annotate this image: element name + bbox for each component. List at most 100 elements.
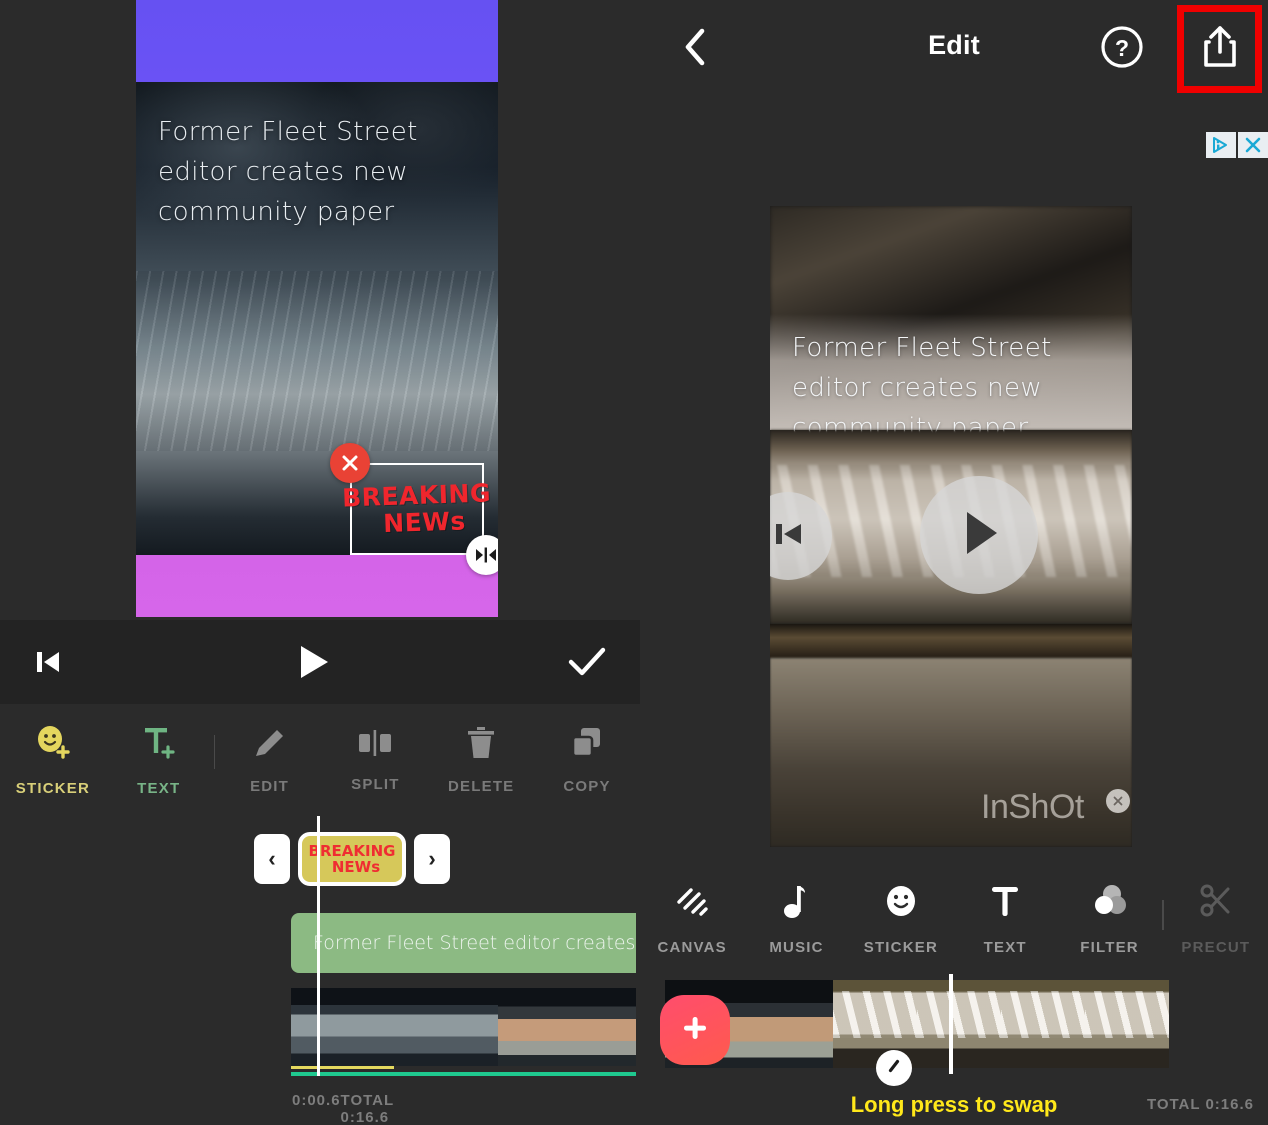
text-add-icon <box>139 723 179 768</box>
ad-controls <box>1206 132 1268 158</box>
audio-track-yellow <box>291 1066 394 1069</box>
delete-sticker-icon[interactable] <box>330 443 370 483</box>
left-panel: Former Fleet Street editor creates new c… <box>0 0 640 1125</box>
tool-text-label-right: TEXT <box>983 939 1027 956</box>
smiley-icon <box>883 882 919 925</box>
split-marker-icon <box>885 1057 903 1080</box>
sticker-clip-line-1: BREAKING <box>308 842 396 860</box>
tool-copy[interactable]: COPY <box>534 725 640 795</box>
thumbnail[interactable] <box>360 988 429 1066</box>
plus-icon <box>679 1012 711 1049</box>
thumbnail[interactable] <box>567 988 636 1066</box>
thumbnail[interactable] <box>291 988 360 1066</box>
thumbnail[interactable] <box>1001 980 1085 1068</box>
left-video-canvas[interactable]: Former Fleet Street editor creates new c… <box>136 0 498 617</box>
left-play-icon[interactable] <box>295 642 333 682</box>
pencil-icon <box>252 725 288 766</box>
canvas-icon <box>673 882 711 925</box>
text-clip-label: Former Fleet Street editor creates ne <box>313 932 636 954</box>
split-icon <box>356 727 394 764</box>
video-caption-overlay[interactable]: Former Fleet Street editor creates new c… <box>158 112 488 232</box>
sticker-graphic: BREAKING NEWs <box>342 463 492 555</box>
adchoices-icon[interactable] <box>1206 132 1236 158</box>
left-tool-row: STICKER TEXT EDIT SPLIT DELETE COPY <box>0 704 640 816</box>
inshot-watermark: InShOt <box>981 788 1084 826</box>
share-icon <box>1199 24 1241 75</box>
thumbnail[interactable] <box>917 980 1001 1068</box>
skip-to-start-icon <box>770 515 809 558</box>
tool-filter-label: FILTER <box>1080 939 1139 956</box>
tool-split[interactable]: SPLIT <box>322 727 428 793</box>
tool-copy-label: COPY <box>563 778 611 795</box>
share-button[interactable] <box>1177 5 1262 93</box>
scissors-icon <box>1197 882 1235 925</box>
help-button[interactable]: ? <box>1098 25 1146 73</box>
right-panel: Edit ? Former Fleet Street editor create… <box>640 0 1268 1125</box>
text-t-icon <box>988 882 1022 925</box>
tool-canvas[interactable]: CANVAS <box>640 882 744 956</box>
right-tool-row: CANVAS MUSIC STICKER TEXT FILTER PRECUT <box>640 874 1268 970</box>
left-preview-area: Former Fleet Street editor creates new c… <box>0 0 640 620</box>
svg-text:?: ? <box>1115 35 1129 61</box>
text-clip[interactable]: Former Fleet Street editor creates ne <box>291 913 636 973</box>
tool-sticker[interactable]: STICKER <box>0 723 106 797</box>
tool-divider <box>213 735 215 769</box>
sticker-line-2: NEWs <box>382 506 467 539</box>
tool-canvas-label: CANVAS <box>657 939 727 956</box>
canvas-top-color-band <box>136 0 498 82</box>
tool-text[interactable]: TEXT <box>106 723 212 797</box>
tool-music-label: MUSIC <box>769 939 824 956</box>
preview-play-button[interactable] <box>920 476 1038 594</box>
tool-precut[interactable]: PRECUT <box>1164 882 1268 956</box>
audio-track-green <box>291 1072 636 1076</box>
sticker-next-button[interactable]: › <box>414 834 450 884</box>
sticker-track: ‹ BREAKING NEWs › <box>254 832 450 886</box>
right-playhead[interactable] <box>949 974 953 1074</box>
tool-edit[interactable]: EDIT <box>217 725 323 795</box>
sticker-add-icon <box>33 723 73 768</box>
sticker-clip-line-2: NEWs <box>331 858 381 876</box>
sticker-prev-button[interactable]: ‹ <box>254 834 290 884</box>
tool-text[interactable]: TEXT <box>953 882 1057 956</box>
play-icon <box>953 506 1005 565</box>
tool-precut-label: PRECUT <box>1181 939 1251 956</box>
thumbnail[interactable] <box>429 988 498 1066</box>
current-time-label: 0:00.6 <box>292 1092 341 1109</box>
sticker-line-1: BREAKING <box>341 478 492 513</box>
total-time-label: TOTAL 0:16.6 <box>340 1092 394 1125</box>
app-root: Former Fleet Street editor creates new c… <box>0 0 1268 1125</box>
left-skip-to-start-icon[interactable] <box>30 644 66 680</box>
thumbnail[interactable] <box>498 988 567 1066</box>
sticker-clip[interactable]: BREAKING NEWs <box>298 832 406 886</box>
question-mark-icon: ? <box>1099 24 1145 75</box>
left-timeline: ‹ BREAKING NEWs › Former Fleet Street ed… <box>0 816 640 1125</box>
right-total-time-label: TOTAL 0:16.6 <box>1146 1096 1254 1113</box>
tool-sticker[interactable]: STICKER <box>849 882 953 956</box>
tool-split-label: SPLIT <box>351 776 400 793</box>
right-video-preview[interactable]: Former Fleet Street editor creates new c… <box>770 206 1132 847</box>
tool-sticker-label: STICKER <box>15 780 91 797</box>
canvas-bottom-color-band <box>136 555 498 617</box>
sticker-selection-box[interactable]: BREAKING NEWs <box>342 463 492 555</box>
thumbnail[interactable] <box>749 980 833 1068</box>
tool-delete[interactable]: DELETE <box>428 725 534 795</box>
preview-segment-divider <box>770 624 1132 658</box>
left-playhead[interactable] <box>317 816 320 1076</box>
clip-split-marker[interactable] <box>876 1050 912 1086</box>
confirm-icon[interactable] <box>567 646 607 678</box>
add-clip-button[interactable] <box>660 995 730 1065</box>
copy-icon <box>569 725 605 766</box>
left-playback-bar <box>0 620 640 704</box>
close-ad-icon[interactable] <box>1238 132 1268 158</box>
video-thumbnail-strip[interactable] <box>291 988 636 1066</box>
right-header: Edit ? <box>640 0 1268 98</box>
remove-watermark-icon[interactable] <box>1106 789 1130 813</box>
tool-text-label: TEXT <box>137 780 181 797</box>
tool-delete-label: DELETE <box>448 778 515 795</box>
trash-icon <box>464 725 498 766</box>
flip-sticker-icon[interactable] <box>466 535 498 575</box>
tool-filter[interactable]: FILTER <box>1057 882 1161 956</box>
thumbnail[interactable] <box>1085 980 1169 1068</box>
right-thumbnail-strip[interactable] <box>665 980 1169 1068</box>
tool-music[interactable]: MUSIC <box>744 882 848 956</box>
